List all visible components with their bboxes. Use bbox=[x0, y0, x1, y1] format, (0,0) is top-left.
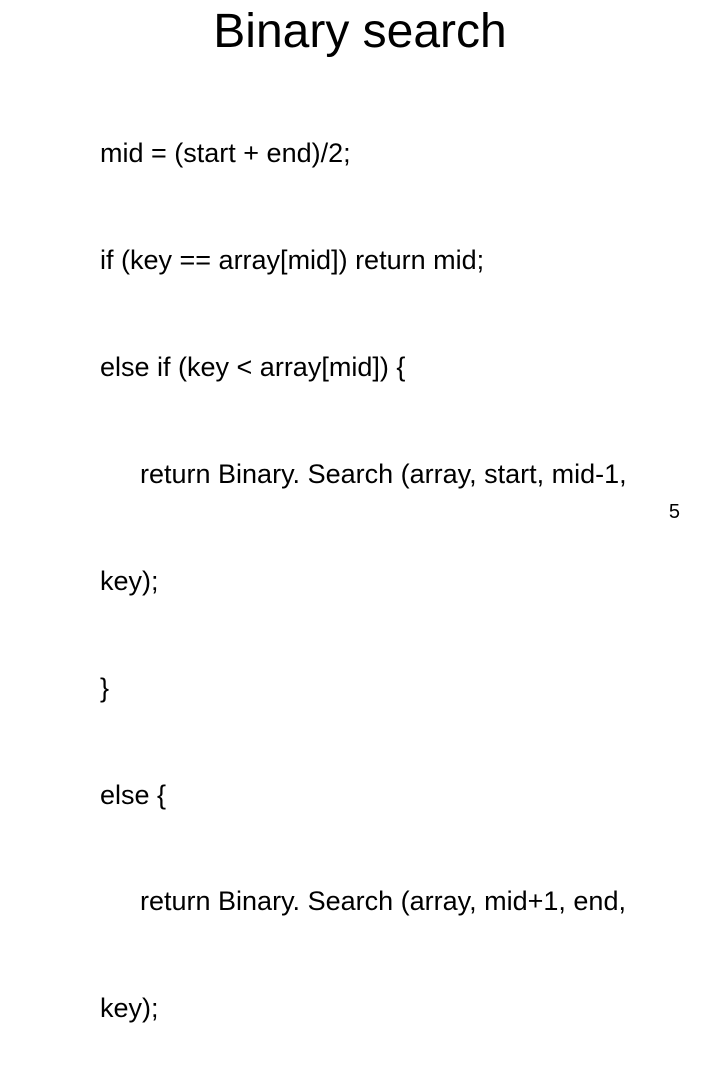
code-line: else if (key < array[mid]) { bbox=[60, 350, 690, 386]
code-line: else { bbox=[60, 778, 690, 814]
code-line: } bbox=[60, 671, 690, 707]
slide-title: Binary search bbox=[0, 4, 720, 59]
code-line: mid = (start + end)/2; bbox=[60, 136, 690, 172]
code-line: if (key == array[mid]) return mid; bbox=[60, 243, 690, 279]
slide: Binary search mid = (start + end)/2; if … bbox=[0, 4, 720, 544]
code-block: mid = (start + end)/2; if (key == array[… bbox=[0, 65, 720, 1080]
code-line: return Binary. Search (array, start, mid… bbox=[60, 457, 690, 493]
code-line: return Binary. Search (array, mid+1, end… bbox=[60, 884, 690, 920]
code-line: key); bbox=[60, 564, 690, 600]
page-number: 5 bbox=[669, 501, 680, 524]
code-line: key); bbox=[60, 991, 690, 1027]
